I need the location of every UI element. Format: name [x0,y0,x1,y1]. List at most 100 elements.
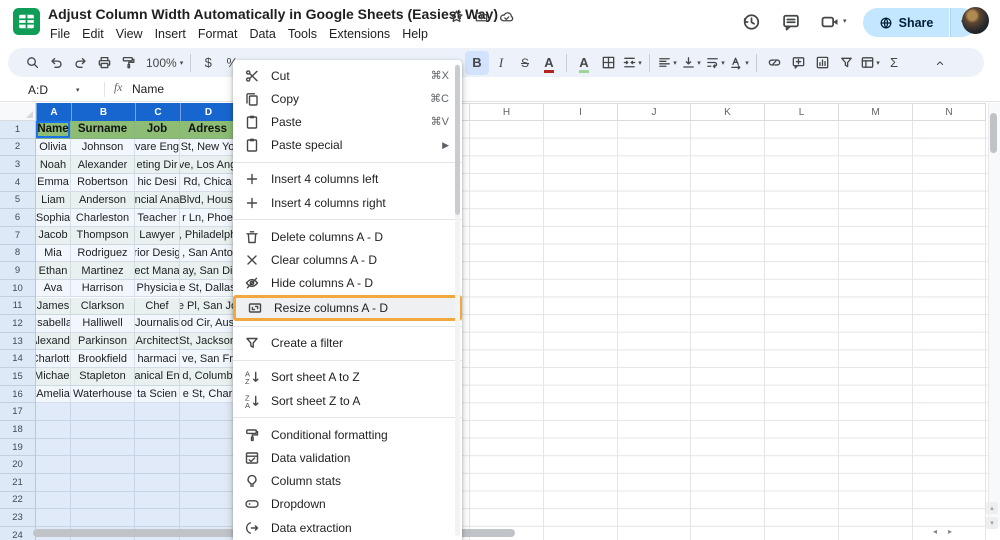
cell[interactable]: ve, Los Ang [180,156,236,173]
cell[interactable]: Clarkson [71,297,135,315]
cell[interactable]: e St, Dallas [180,279,236,297]
borders-icon[interactable] [596,51,620,75]
filter-icon[interactable] [834,51,858,75]
h-align-icon[interactable]: ▾ [655,51,679,75]
menu-item-data-validation[interactable]: Data validation [233,446,462,469]
column-header-D[interactable]: D [180,103,236,121]
cell[interactable]: , Philadelph [180,226,236,244]
row-header-13[interactable]: 13 [0,333,35,351]
menubar-item-tools[interactable]: Tools [282,26,323,42]
column-header-N[interactable]: N [913,103,986,121]
cell[interactable]: James [36,297,71,315]
cell[interactable]: Parkinson [71,332,135,350]
menu-item-paste[interactable]: Paste ⌘V [233,110,462,133]
menu-item-paste-special[interactable]: Paste special ▶ [233,134,462,157]
cell[interactable]: Noah [36,156,71,173]
cell[interactable]: Teacher [135,209,180,226]
cell[interactable]: Alexande [36,332,71,350]
cell[interactable] [71,456,135,473]
cell[interactable]: , San Anto [180,244,236,262]
row-header-5[interactable]: 5 [0,192,35,210]
column-header-partial[interactable] [462,103,470,121]
name-box-caret-icon[interactable]: ▾ [76,86,80,94]
column-header-L[interactable]: L [765,103,839,121]
cell[interactable]: e St, Char [180,385,236,403]
cell[interactable] [36,403,71,421]
cell[interactable] [180,456,236,473]
row-header-14[interactable]: 14 [0,350,35,369]
cell[interactable]: Lawyer [135,226,180,244]
row-header-15[interactable]: 15 [0,368,35,386]
cell[interactable]: harmaci [135,350,180,368]
cell[interactable]: Alexander [71,156,135,173]
cell[interactable]: Charlotte [36,350,71,368]
search-icon[interactable] [20,51,44,75]
cell[interactable] [180,421,236,438]
cell[interactable]: Rodriguez [71,244,135,262]
account-avatar[interactable] [962,7,989,34]
context-menu-scrollbar-thumb[interactable] [455,65,460,215]
cell[interactable] [180,509,236,526]
cell[interactable]: vare Eng [135,138,180,156]
cell[interactable] [180,438,236,456]
row-header-11[interactable]: 11 [0,298,35,316]
cell[interactable]: Blvd, Houst [180,191,236,209]
row-header-18[interactable]: 18 [0,421,35,439]
document-title[interactable]: Adjust Column Width Automatically in Goo… [48,6,498,22]
cell[interactable]: Mia [36,244,71,262]
cell[interactable]: St, New Yo [180,138,236,156]
cell[interactable]: Anderson [71,191,135,209]
menu-item-delete-columns-a-d[interactable]: Delete columns A - D [233,225,462,248]
text-rotation-icon[interactable]: ▾ [727,51,751,75]
row-header-10[interactable]: 10 [0,280,35,298]
name-box[interactable]: A:D ▾ [0,78,100,101]
row-header-6[interactable]: 6 [0,209,35,227]
column-header-J[interactable]: J [618,103,691,121]
cell[interactable] [180,474,236,491]
row-header-20[interactable]: 20 [0,456,35,474]
bold-icon[interactable]: B [465,50,489,75]
cell[interactable]: ect Mana [135,262,180,279]
cell[interactable]: Michael [36,368,71,385]
cell[interactable] [36,474,71,491]
cell[interactable] [135,456,180,473]
text-wrap-icon[interactable]: ▾ [703,51,727,75]
cell[interactable] [36,438,71,456]
v-align-icon[interactable]: ▾ [679,51,703,75]
cell[interactable]: Thompson [71,226,135,244]
meet-camera-icon[interactable] [820,12,840,32]
cell[interactable]: Stapleton [71,368,135,385]
cell[interactable] [36,491,71,509]
vertical-scrollbar-thumb[interactable] [990,113,997,153]
cell[interactable]: rior Desig [135,244,180,262]
print-icon[interactable] [92,51,116,75]
menubar-item-insert[interactable]: Insert [149,26,192,42]
cell[interactable] [135,438,180,456]
cell[interactable] [135,509,180,526]
cell[interactable]: anical En [135,368,180,385]
cell[interactable] [71,491,135,509]
paint-format-icon[interactable] [116,51,140,75]
column-header-H[interactable]: H [470,103,544,121]
cell[interactable]: Ethan [36,262,71,279]
column-header-M[interactable]: M [839,103,913,121]
cell[interactable]: Job [135,121,180,138]
cell[interactable]: Martinez [71,262,135,279]
cell[interactable] [135,421,180,438]
cell[interactable]: Halliwell [71,315,135,332]
formula-input[interactable]: Name [132,82,164,96]
cell[interactable]: hic Desi [135,173,180,191]
column-header-A[interactable]: A [36,103,71,121]
cell[interactable]: Journalis [135,315,180,332]
cell[interactable]: Brookfield [71,350,135,368]
cell[interactable]: Charleston [71,209,135,226]
redo-icon[interactable] [68,51,92,75]
menu-item-dropdown[interactable]: Dropdown [233,493,462,516]
menubar-item-format[interactable]: Format [192,26,244,42]
menu-item-cut[interactable]: Cut ⌘X [233,64,462,87]
cell[interactable]: Architect [135,332,180,350]
cell[interactable] [135,474,180,491]
cell[interactable] [180,403,236,421]
comment-icon[interactable] [786,51,810,75]
currency-icon[interactable]: $ [196,51,220,75]
